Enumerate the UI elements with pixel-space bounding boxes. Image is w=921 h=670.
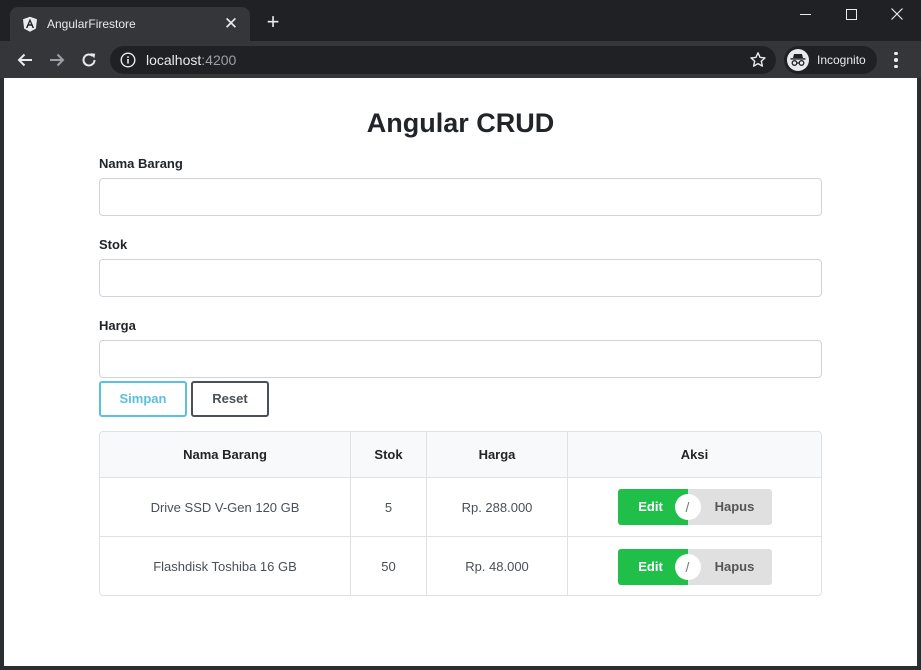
or-separator: / [674,553,701,580]
back-arrow-icon[interactable] [13,48,37,72]
cell-nama-barang: Flashdisk Toshiba 16 GB [100,537,351,595]
action-button-group: Edit Hapus / [617,548,772,585]
header-aksi: Aksi [680,447,709,462]
browser-toolbar: localhost:4200 Incognito [0,41,921,78]
item-form: Nama Barang Stok Harga [99,156,822,399]
cell-nama-barang: Drive SSD V-Gen 120 GB [100,478,351,536]
close-icon[interactable] [874,0,920,28]
nama-barang-input[interactable] [99,178,822,216]
table-header: Nama Barang Stok Harga Aksi [100,432,821,478]
close-icon[interactable]: ✕ [222,15,240,32]
table-row: Drive SSD V-Gen 120 GB 5 Rp. 288.000 Edi… [100,478,821,537]
page-viewport: Angular CRUD Nama Barang Stok Harga Simp… [4,78,917,666]
nama-barang-label: Nama Barang [99,156,183,171]
stok-input[interactable] [99,259,822,297]
harga-input[interactable] [99,340,822,378]
info-icon[interactable] [120,52,136,68]
incognito-label: Incognito [817,53,866,67]
stok-label: Stok [99,237,128,252]
star-icon[interactable] [749,51,767,69]
url-port: :4200 [201,52,237,68]
cell-harga: Rp. 48.000 [427,537,568,595]
simpan-button[interactable]: Simpan [99,381,187,417]
url-host: localhost [146,52,202,68]
incognito-icon [787,49,809,71]
cell-stok: 5 [351,478,427,536]
or-separator: / [674,494,701,520]
maximize-icon[interactable] [828,0,874,28]
cell-harga: Rp. 288.000 [427,478,568,536]
header-stok: Stok [351,432,427,477]
header-nama-barang: Nama Barang [100,432,351,477]
reload-icon[interactable] [77,48,101,72]
browser-tab[interactable]: AngularFirestore ✕ [10,7,250,41]
address-bar[interactable]: localhost:4200 [110,46,776,74]
incognito-badge[interactable]: Incognito [784,46,877,74]
header-harga: Harga [427,432,568,477]
tab-title: AngularFirestore [47,17,136,31]
cell-aksi: Edit Hapus / [568,537,821,595]
action-button-group: Edit Hapus / [617,489,772,525]
angular-icon [23,16,37,32]
reset-button[interactable]: Reset [191,381,269,417]
cell-stok: 50 [351,537,427,595]
forward-arrow-icon[interactable] [45,48,69,72]
page-title: Angular CRUD [366,108,555,138]
kebab-menu-icon[interactable] [886,49,906,71]
plus-icon[interactable]: + [262,11,284,33]
items-table: Nama Barang Stok Harga Aksi Drive SSD V-… [99,431,822,596]
minimize-icon[interactable] [782,0,828,28]
table-row: Flashdisk Toshiba 16 GB 50 Rp. 48.000 Ed… [100,537,821,595]
cell-aksi: Edit Hapus / [568,478,821,536]
browser-titlebar: AngularFirestore ✕ + [0,0,921,41]
harga-label: Harga [99,318,136,333]
